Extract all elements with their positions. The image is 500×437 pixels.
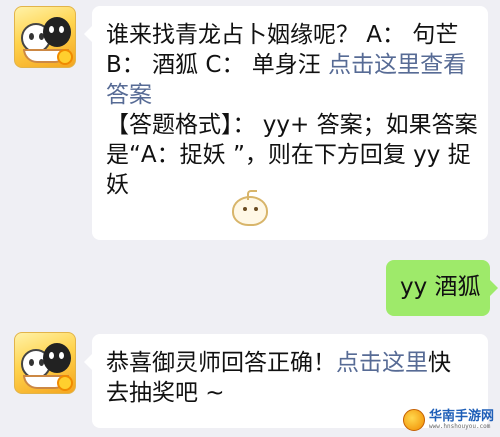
watermark-url: www.hnshouyou.com bbox=[428, 423, 491, 430]
black-character-icon bbox=[43, 17, 71, 47]
message-line: 【答题格式】： yy+ 答案；如果答案 bbox=[106, 112, 478, 138]
message-line: B： 酒狐 C： 单身汪 点击这里查看 bbox=[106, 52, 467, 78]
view-answer-link[interactable]: 点击这里查看 bbox=[328, 52, 466, 78]
black-character-icon bbox=[43, 343, 71, 373]
site-logo-icon bbox=[402, 409, 425, 431]
message-line: 妖 bbox=[106, 172, 129, 198]
message-line: 谁来找青龙占卜姻缘呢？ A： 句芒 bbox=[106, 22, 459, 48]
sender-avatar[interactable] bbox=[14, 332, 76, 394]
message-bubble-reply[interactable]: yy 酒狐 bbox=[386, 260, 498, 316]
lottery-link[interactable]: 点击这里 bbox=[336, 350, 428, 376]
sender-avatar[interactable] bbox=[14, 6, 76, 68]
game-badge-icon bbox=[57, 375, 73, 391]
site-watermark: 华南手游网 www.hnshouyou.com bbox=[402, 407, 494, 433]
message-line: 去抽奖吧 ~ bbox=[106, 380, 225, 406]
view-answer-link-cont[interactable]: 答案 bbox=[106, 80, 474, 110]
message-line: 是“A：捉妖 ”，则在下方回复 yy 捉 bbox=[106, 142, 471, 168]
watermark-title: 华南手游网 bbox=[428, 409, 494, 424]
message-line: 恭喜御灵师回答正确！点击这里快 bbox=[106, 350, 451, 376]
reply-text: yy 酒狐 bbox=[400, 274, 481, 300]
game-badge-icon bbox=[57, 49, 73, 65]
chick-sticker-icon bbox=[232, 190, 268, 226]
message-bubble-question[interactable]: 谁来找青龙占卜姻缘呢？ A： 句芒 B： 酒狐 C： 单身汪 点击这里查看 答案… bbox=[84, 6, 488, 240]
